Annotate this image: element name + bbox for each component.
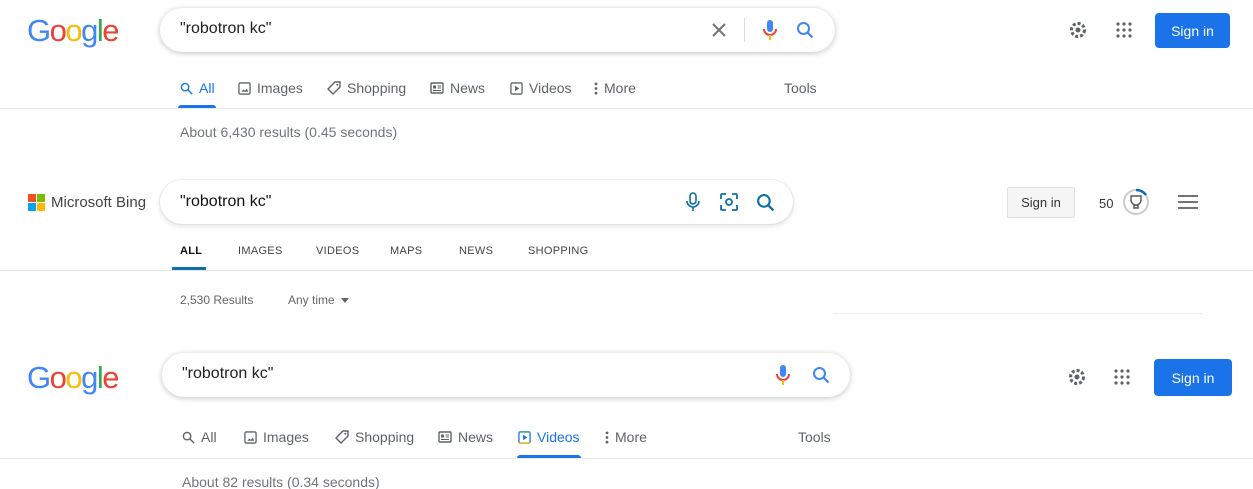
time-filter-dropdown[interactable]: Any time xyxy=(288,293,349,307)
play-icon xyxy=(510,81,523,95)
search-icon[interactable] xyxy=(809,363,833,387)
header-divider xyxy=(0,458,1253,459)
mic-icon[interactable] xyxy=(682,191,704,213)
sign-in-button[interactable]: Sign in xyxy=(1155,13,1230,48)
news-icon xyxy=(430,82,444,94)
rewards-points[interactable]: 50 xyxy=(1099,196,1113,211)
google-results-header-2: Google "robotron kc" Sign in All Images … xyxy=(0,345,1253,489)
tag-icon xyxy=(327,81,341,95)
content-divider xyxy=(833,313,1203,314)
tab-all[interactable]: ALL xyxy=(180,245,202,257)
google-logo[interactable]: Google xyxy=(27,362,119,393)
search-box[interactable]: "robotron kc" xyxy=(162,353,850,397)
search-divider xyxy=(744,18,745,42)
hamburger-menu-icon[interactable] xyxy=(1176,191,1200,213)
tab-all[interactable]: All xyxy=(182,429,217,445)
tab-shopping[interactable]: Shopping xyxy=(335,429,414,445)
search-tabs: ALL IMAGES VIDEOS MAPS NEWS SHOPPING xyxy=(180,245,630,265)
tab-images[interactable]: Images xyxy=(238,80,303,96)
search-tabs: All Images Shopping News Videos More Too… xyxy=(180,80,840,110)
tab-videos[interactable]: Videos xyxy=(510,80,572,96)
search-input[interactable]: "robotron kc" xyxy=(180,20,271,38)
tab-videos[interactable]: Videos xyxy=(518,429,580,445)
google-logo[interactable]: Google xyxy=(27,15,119,46)
search-input[interactable]: "robotron kc" xyxy=(182,365,273,383)
search-box[interactable]: "robotron kc" xyxy=(160,8,835,52)
news-icon xyxy=(438,431,452,443)
apps-grid-icon[interactable] xyxy=(1112,18,1136,42)
image-icon xyxy=(244,430,257,444)
result-stats: About 82 results (0.34 seconds) xyxy=(182,474,380,489)
image-icon xyxy=(238,81,251,95)
tab-news[interactable]: News xyxy=(430,80,485,96)
rewards-trophy-icon[interactable] xyxy=(1122,188,1150,216)
bing-logo[interactable]: Microsoft Bing xyxy=(28,194,146,211)
tools-button[interactable]: Tools xyxy=(784,80,817,96)
result-stats: About 6,430 results (0.45 seconds) xyxy=(180,124,398,140)
tab-images[interactable]: Images xyxy=(244,429,309,445)
search-input[interactable]: "robotron kc" xyxy=(180,193,271,211)
visual-search-icon[interactable] xyxy=(718,191,740,213)
result-count: 2,530 Results xyxy=(180,293,254,307)
mic-icon[interactable] xyxy=(758,18,782,42)
tab-shopping[interactable]: SHOPPING xyxy=(528,245,588,257)
tag-icon xyxy=(335,430,349,444)
settings-gear-icon[interactable] xyxy=(1066,18,1090,42)
vertical-dots-icon xyxy=(605,430,609,444)
bing-results-header: Microsoft Bing "robotron kc" Sign in 50 … xyxy=(0,170,1253,320)
tools-button[interactable]: Tools xyxy=(798,429,831,445)
clear-icon[interactable] xyxy=(708,19,730,41)
tab-news[interactable]: News xyxy=(438,429,493,445)
sign-in-button[interactable]: Sign in xyxy=(1154,359,1232,396)
search-icon xyxy=(182,431,195,444)
header-divider xyxy=(0,270,1253,271)
tab-videos[interactable]: VIDEOS xyxy=(316,245,359,257)
search-icon[interactable] xyxy=(793,18,817,42)
tab-more[interactable]: More xyxy=(594,80,636,96)
search-icon[interactable] xyxy=(754,191,776,213)
apps-grid-icon[interactable] xyxy=(1110,365,1134,389)
tab-shopping[interactable]: Shopping xyxy=(327,80,406,96)
tab-all[interactable]: All xyxy=(180,80,215,96)
tab-more[interactable]: More xyxy=(605,429,647,445)
sign-in-button[interactable]: Sign in xyxy=(1007,187,1075,218)
google-results-header-1: Google "robotron kc" Sign in All Images xyxy=(0,0,1253,160)
chevron-down-icon xyxy=(340,297,349,303)
search-icon xyxy=(180,82,193,95)
vertical-dots-icon xyxy=(594,81,598,95)
search-box[interactable]: "robotron kc" xyxy=(160,180,793,224)
tab-maps[interactable]: MAPS xyxy=(390,245,422,257)
play-icon xyxy=(518,430,531,444)
settings-gear-icon[interactable] xyxy=(1065,365,1089,389)
tab-images[interactable]: IMAGES xyxy=(238,245,283,257)
microsoft-logo-icon xyxy=(28,194,45,211)
search-tabs: All Images Shopping News Videos More Too… xyxy=(182,429,842,459)
mic-icon[interactable] xyxy=(771,363,795,387)
header-divider xyxy=(0,108,1253,109)
tab-news[interactable]: NEWS xyxy=(459,245,493,257)
